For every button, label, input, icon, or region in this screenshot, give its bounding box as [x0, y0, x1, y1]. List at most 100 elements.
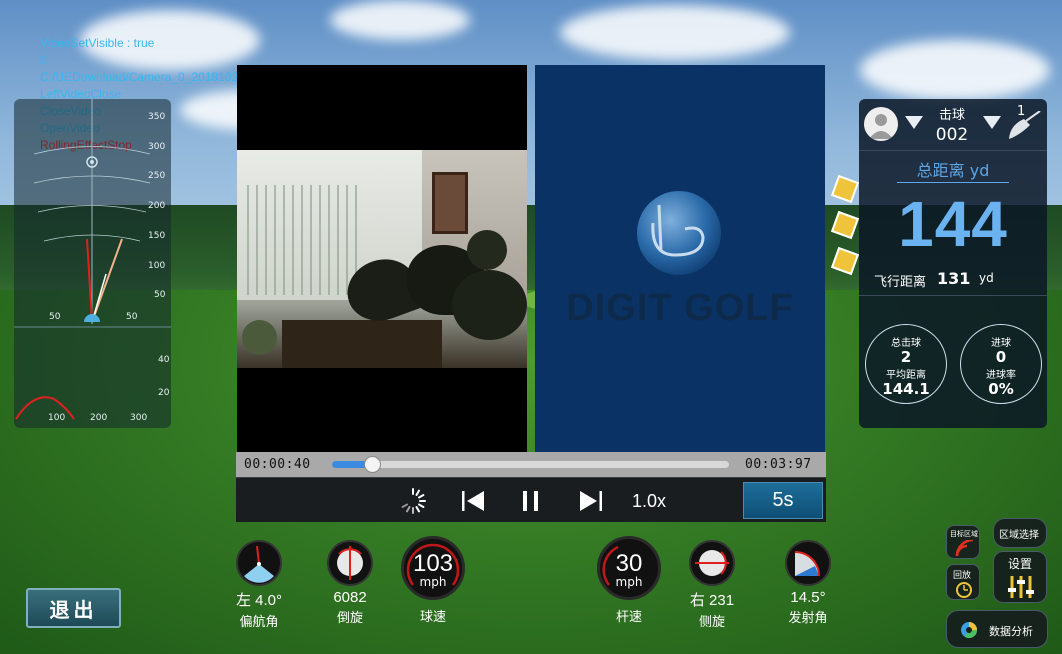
settings-label: 设置 [1008, 557, 1033, 571]
target-area-button[interactable]: 目标区域 [946, 525, 980, 559]
pause-button[interactable] [518, 486, 544, 516]
avg-distance-label: 平均距离 [886, 370, 926, 381]
tick-label: 40 [158, 355, 170, 365]
tick-label: 200 [148, 201, 166, 211]
sidespin-gauge: 右 231 侧旋 [680, 540, 744, 630]
tick-label: 100 [48, 413, 66, 423]
backspin-ball-icon [327, 540, 373, 586]
user-icon [869, 114, 893, 139]
sidespin-value: 右 231 [689, 592, 735, 609]
tick-label: 250 [148, 171, 166, 181]
cloud [560, 5, 790, 60]
backspin-gauge: 6082 倒旋 [322, 540, 378, 626]
avatar[interactable] [864, 107, 898, 141]
ball-speed-dial: 103 mph [401, 536, 465, 600]
current-time: 00:00:40 [244, 457, 311, 472]
target-signs [830, 174, 860, 278]
heading-gauge: 左 4.0° 偏航角 [230, 540, 288, 630]
divider [859, 295, 1047, 296]
target-area-label: 目标区域 [950, 530, 978, 538]
tick-label: 50 [49, 312, 61, 322]
brand-text: DIGIT GOLF [566, 287, 794, 329]
holed-circle: 进球 0 进球率 0% [960, 324, 1042, 404]
speed-arc-icon [602, 545, 619, 586]
cloud [860, 40, 1050, 100]
tick-label: 50 [154, 290, 166, 300]
golf-club-icon [1009, 111, 1041, 139]
progress-thumb[interactable] [363, 456, 381, 473]
sliders-icon [1008, 576, 1034, 598]
clock-icon [956, 582, 972, 598]
signal-icon [955, 540, 974, 557]
playback-controls: 1.0x 5s [236, 477, 826, 522]
holed-value: 0 [995, 348, 1007, 366]
tick-label: 50 [126, 312, 138, 322]
cloud [330, 0, 470, 40]
launch-angle-icon [785, 540, 831, 586]
skip-forward-icon [580, 491, 602, 511]
heading-dial-icon [236, 540, 282, 586]
holed-rate-label: 进球率 [986, 370, 1016, 381]
next-button[interactable] [576, 486, 606, 516]
area-select-button[interactable]: 区域选择 [993, 518, 1047, 548]
tick-label: 150 [148, 231, 166, 241]
total-time: 00:03:97 [745, 457, 812, 472]
tick-label: 300 [148, 142, 166, 152]
data-analysis-button[interactable]: 数据分析 [946, 610, 1048, 648]
total-shots-circle: 总击球 2 平均距离 144.1 [865, 324, 947, 404]
previous-button[interactable] [458, 486, 488, 516]
heading-name: 偏航角 [239, 615, 279, 630]
avg-distance-value: 144.1 [882, 380, 930, 398]
area-select-label: 区域选择 [999, 530, 1039, 541]
seek-bar: 00:00:40 00:03:97 [236, 452, 826, 477]
backspin-name: 倒旋 [336, 611, 363, 626]
club-speed-name: 杆速 [615, 610, 642, 625]
sidespin-ball-icon [689, 540, 735, 586]
holed-rate-value: 0% [988, 380, 1014, 398]
launch-angle-value: 14.5° [790, 589, 826, 606]
carry-value: 131 [937, 269, 971, 288]
left-video-player[interactable] [237, 65, 527, 452]
camera-feed [237, 150, 527, 368]
progress-track[interactable] [332, 456, 729, 473]
debug-line: VideoSetVisible : true [40, 36, 155, 50]
carry-unit: yd [979, 271, 994, 285]
launch-angle-gauge: 14.5° 发射角 [778, 540, 838, 626]
replay-button[interactable]: 回放 [946, 564, 980, 600]
total-distance-value: 144 [898, 188, 1008, 260]
divider [859, 150, 1047, 151]
speed-selector[interactable]: 1.0x [626, 486, 672, 516]
heading-value: 左 4.0° [235, 592, 283, 609]
right-video-player[interactable]: DIGIT GOLF [535, 65, 825, 452]
tick-label: 300 [130, 413, 148, 423]
total-shots-label: 总击球 [891, 338, 921, 349]
loading-spinner-icon [396, 486, 430, 516]
pause-icon [523, 491, 538, 511]
stats-panel: 击球 002 1 总距离 yd 144 飞行距离 131 yd 总击球 2 平均… [859, 99, 1047, 428]
exit-button[interactable]: 退出 [26, 588, 121, 628]
ball-speed-name: 球速 [419, 610, 446, 625]
tick-label: 200 [90, 413, 108, 423]
backspin-value: 6082 [333, 589, 367, 606]
data-analysis-label: 数据分析 [989, 625, 1033, 638]
settings-button[interactable]: 设置 [993, 551, 1047, 603]
speed-label: 1.0x [631, 490, 667, 511]
launch-angle-name: 发射角 [788, 611, 828, 626]
skip-back-icon [462, 491, 484, 511]
sidespin-name: 侧旋 [698, 615, 725, 630]
carry-label: 飞行距离 [874, 275, 927, 290]
speed-arc-icon [406, 543, 460, 586]
total-distance-label: 总距离 yd [897, 157, 1009, 183]
shot-number: 002 [935, 125, 969, 145]
club-speed-dial: 30 mph [597, 536, 661, 600]
replay-label: 回放 [953, 571, 972, 581]
skip-5s-button[interactable]: 5s [743, 482, 823, 519]
tick-label: 20 [158, 388, 170, 398]
tick-label: 100 [148, 261, 166, 271]
tick-label: 350 [148, 112, 166, 122]
club-dropdown-icon[interactable] [983, 116, 1001, 129]
shot-label: 击球 [938, 108, 965, 123]
player-dropdown-icon[interactable] [905, 116, 923, 129]
digit-golf-logo [637, 191, 721, 275]
pie-chart-icon [961, 622, 978, 639]
